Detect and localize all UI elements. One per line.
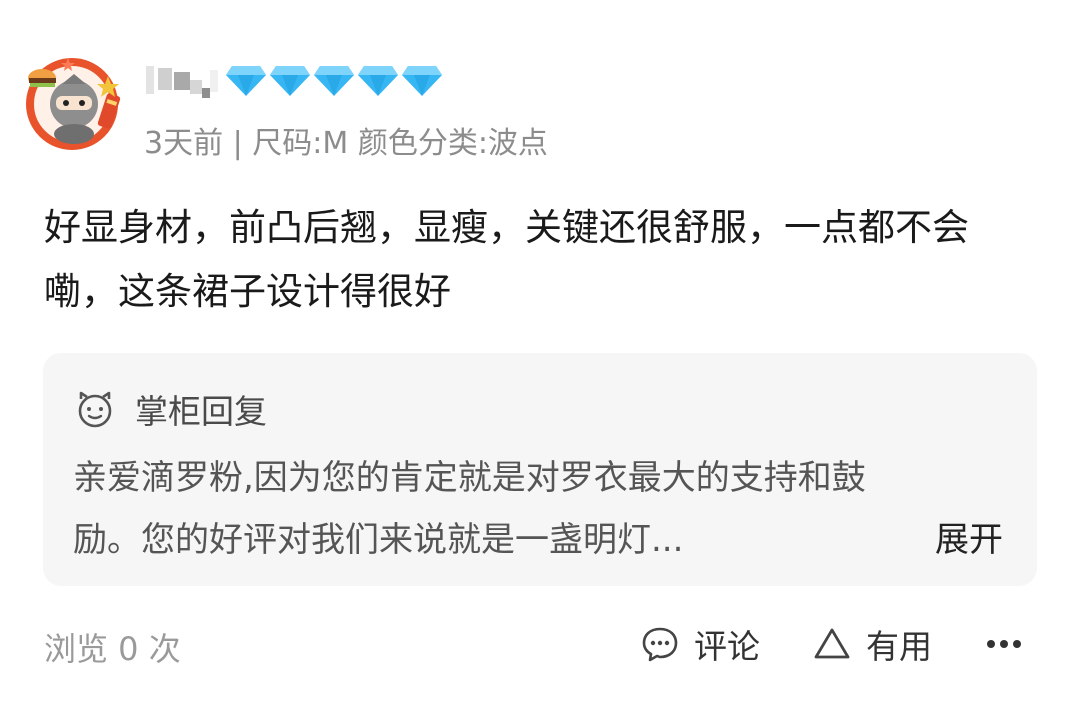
masked-username[interactable] <box>144 62 218 98</box>
view-count: 浏览 0 次 <box>44 630 181 668</box>
review-text: 好显身材，前凸后翘，显瘦，关键还很舒服，一点都不会嘞，这条裙子设计得很好 <box>44 206 969 313</box>
triangle-like-icon <box>814 628 850 659</box>
review-footer: 浏览 0 次 评论 有用 <box>0 612 1079 676</box>
diamond-icon <box>226 66 266 96</box>
meta-separator: | <box>232 126 243 161</box>
reviewer-name-row <box>144 60 444 100</box>
diamond-icon <box>402 66 442 96</box>
seller-reply-box: 掌柜回复 亲爱滴罗粉,因为您的肯定就是对罗衣最大的支持和鼓 励。您的好评对我们来… <box>43 353 1037 586</box>
smile-face-icon <box>78 391 112 428</box>
comment-button[interactable]: 评论 <box>640 620 760 668</box>
useful-label: 有用 <box>866 627 932 666</box>
expand-reply-button[interactable]: 展开 <box>935 509 1003 571</box>
comment-label: 评论 <box>694 627 760 666</box>
comment-bubble-icon <box>642 627 678 662</box>
review-sku: 尺码:M 颜色分类:波点 <box>252 126 548 161</box>
diamond-icon <box>314 66 354 96</box>
seller-reply-title: 掌柜回复 <box>135 392 267 431</box>
cartoon-ninja-avatar-icon <box>26 58 121 150</box>
review-time: 3天前 <box>144 126 224 161</box>
seller-reply-line-2: 励。您的好评对我们来说就是一盏明灯... <box>73 520 684 560</box>
reviewer-avatar[interactable] <box>22 54 128 150</box>
reviewer-level-diamonds <box>224 62 444 98</box>
seller-reply-text: 亲爱滴罗粉,因为您的肯定就是对罗衣最大的支持和鼓 励。您的好评对我们来说就是一盏… <box>73 447 1013 571</box>
seller-reply-line-1: 亲爱滴罗粉,因为您的肯定就是对罗衣最大的支持和鼓 <box>73 458 866 498</box>
more-dots-icon[interactable] <box>984 632 1024 656</box>
diamond-icon <box>270 66 310 96</box>
seller-reply-header: 掌柜回复 <box>75 385 267 433</box>
diamond-icon <box>358 66 398 96</box>
useful-button[interactable]: 有用 <box>812 620 932 668</box>
review-meta: 3天前 | 尺码:M 颜色分类:波点 <box>144 118 548 162</box>
